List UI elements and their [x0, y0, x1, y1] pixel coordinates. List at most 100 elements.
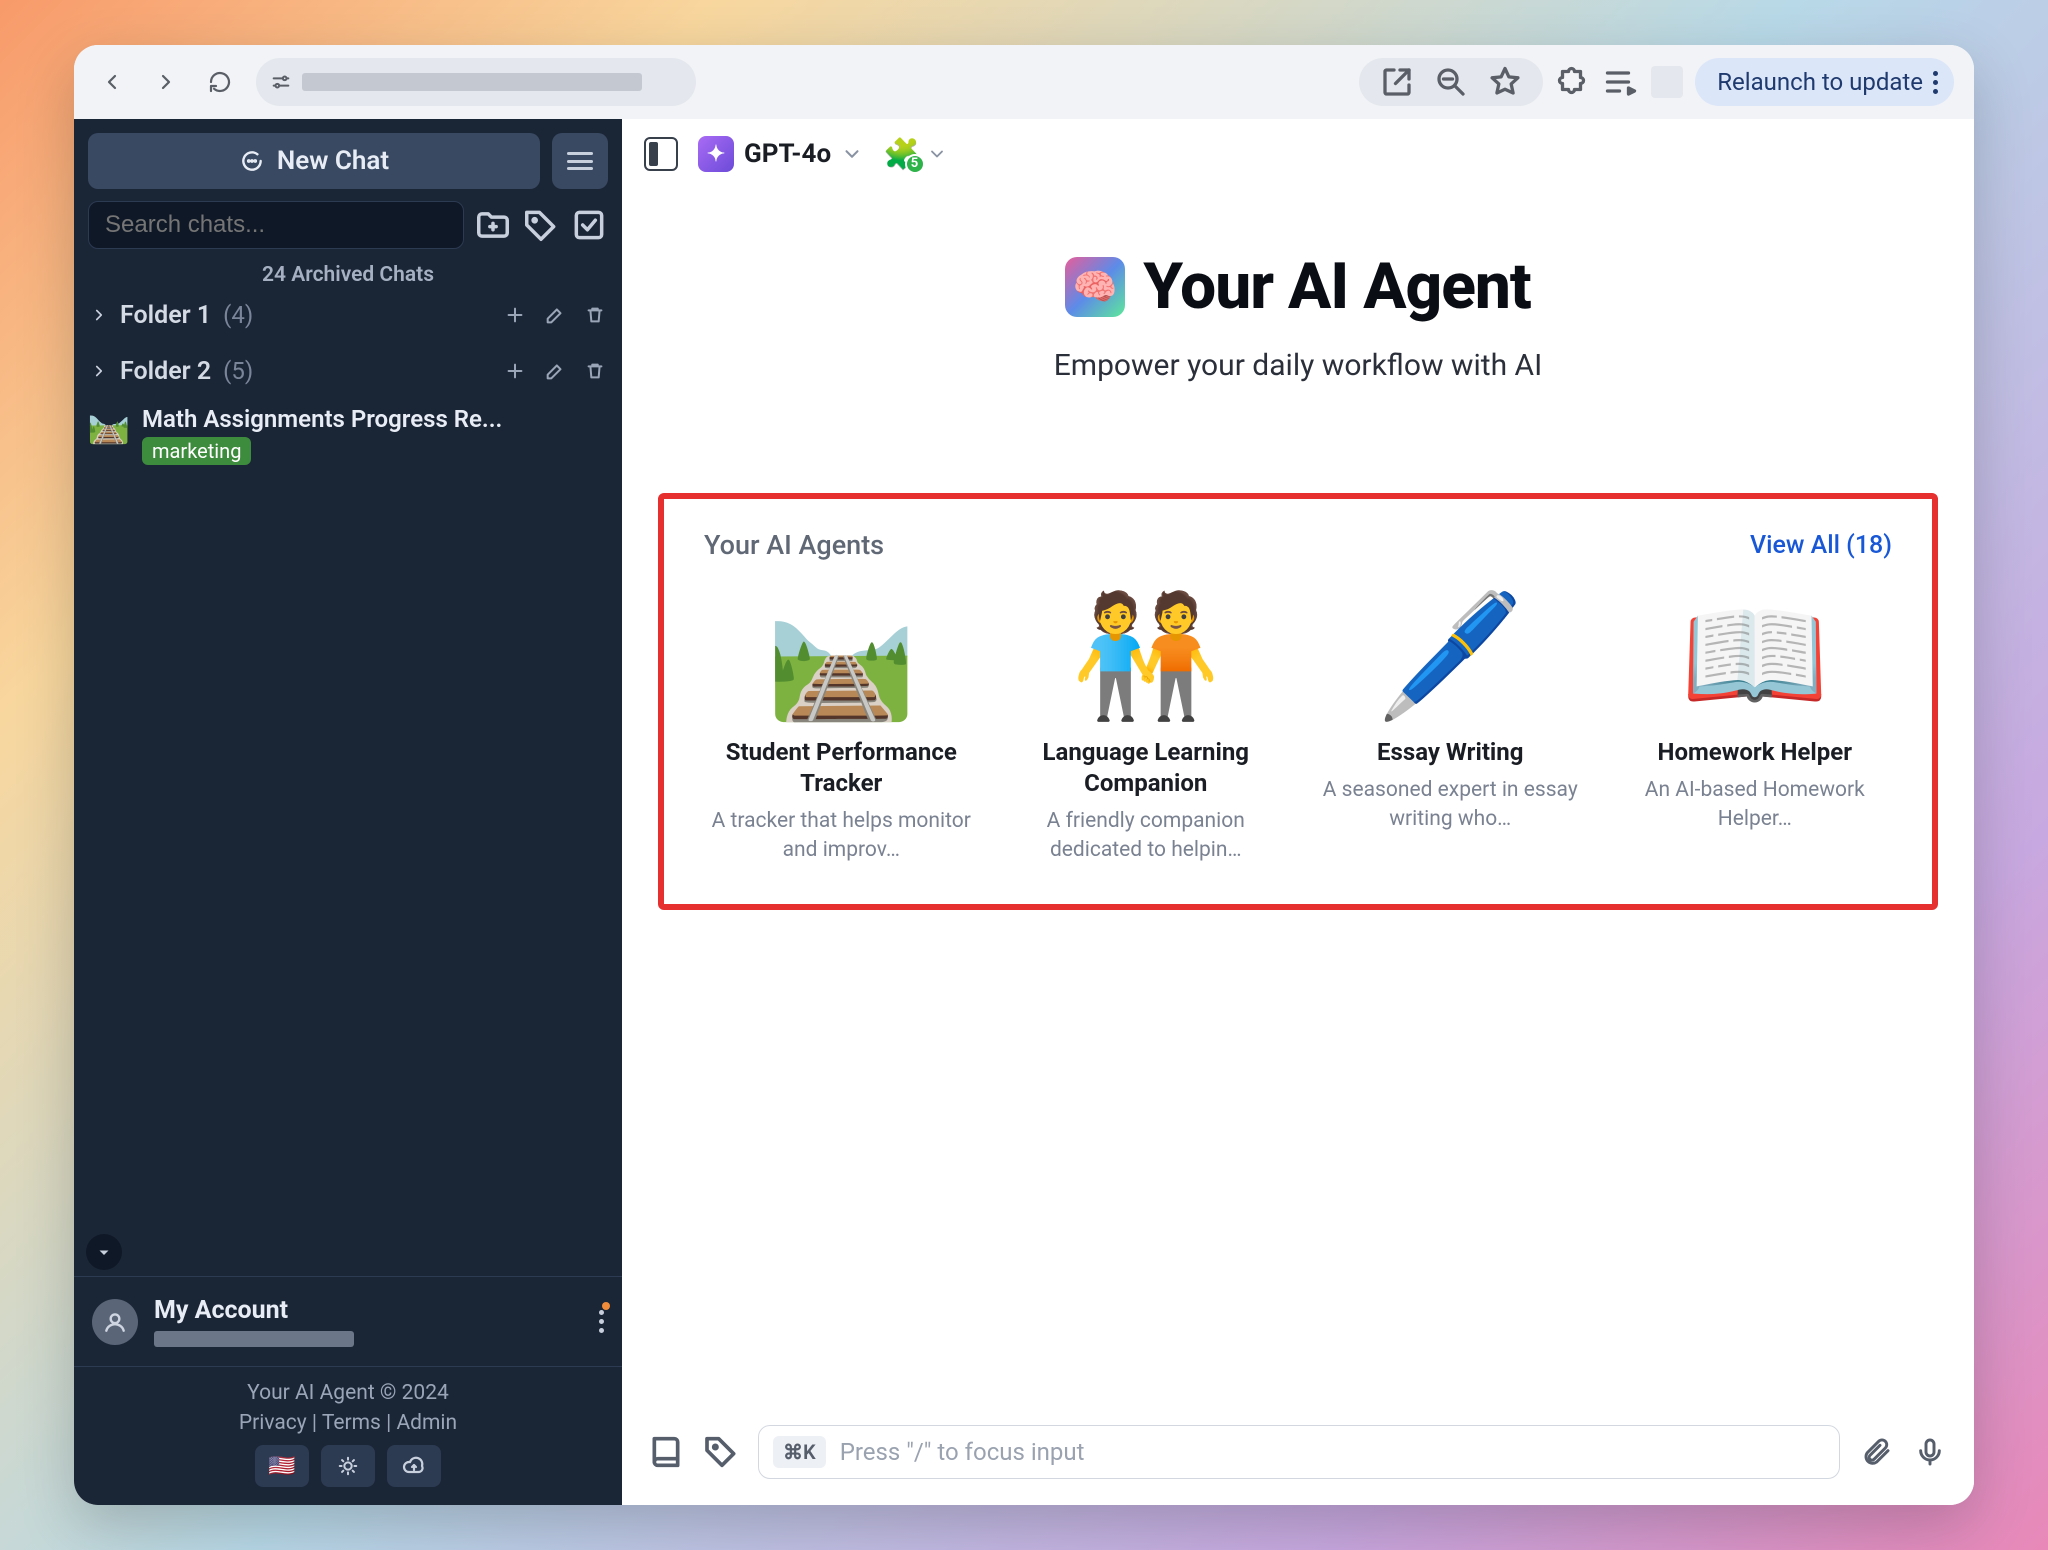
agents-section-title: Your AI Agents — [704, 529, 884, 561]
agents-panel: Your AI Agents View All (18) 🛤️ Student … — [658, 493, 1938, 910]
reload-button[interactable] — [202, 64, 238, 100]
external-link-icon — [1379, 64, 1415, 100]
prompt-library-button[interactable] — [702, 1432, 742, 1472]
kbd-shortcut: ⌘K — [773, 1436, 826, 1468]
tune-icon — [270, 71, 292, 93]
cloud-upload-icon — [402, 1454, 426, 1478]
chat-tag: marketing — [142, 437, 251, 465]
open-external-button[interactable] — [1379, 64, 1415, 100]
agent-name: Student Performance Tracker — [704, 737, 979, 799]
account-more-button[interactable] — [599, 1306, 604, 1337]
language-button[interactable]: 🇺🇸 — [255, 1445, 309, 1487]
agent-desc: A seasoned expert in essay writing who… — [1313, 776, 1588, 833]
profile-square[interactable] — [1651, 66, 1683, 98]
new-chat-button[interactable]: New Chat — [88, 133, 540, 189]
tag-button[interactable] — [522, 206, 560, 244]
edit-icon[interactable] — [544, 304, 566, 326]
sidebar-menu-button[interactable] — [552, 133, 608, 189]
forward-button[interactable] — [148, 64, 184, 100]
playlist-button[interactable] — [1603, 64, 1639, 100]
account-row[interactable]: My Account — [74, 1276, 622, 1366]
panel-toggle-button[interactable] — [644, 137, 678, 171]
agent-emoji-icon: 🖊️ — [1313, 585, 1588, 729]
sidebar-footer: Your AI Agent © 2024 Privacy | Terms | A… — [74, 1366, 622, 1505]
app-window: Relaunch to update New Chat — [74, 45, 1974, 1505]
main-panel: ✦ GPT-4o 🧩5 🧠 Your AI Agent Empower your… — [622, 119, 1974, 1505]
browser-toolbar: Relaunch to update — [74, 45, 1974, 119]
app-logo-icon: 🧠 — [1065, 257, 1125, 317]
mic-button[interactable] — [1910, 1432, 1950, 1472]
composer-input[interactable]: ⌘K Press "/" to focus input — [758, 1425, 1840, 1479]
cloud-button[interactable] — [387, 1445, 441, 1487]
address-bar[interactable] — [256, 58, 696, 106]
chevron-down-icon — [95, 1243, 113, 1261]
privacy-link[interactable]: Privacy — [239, 1411, 307, 1435]
agent-card[interactable]: 🖊️ Essay Writing A seasoned expert in es… — [1313, 585, 1588, 864]
folder-row-2[interactable]: Folder 2 (5) — [74, 343, 622, 399]
agent-emoji-icon: 🛤️ — [704, 585, 979, 729]
plugin-selector[interactable]: 🧩5 — [883, 137, 946, 172]
bookmark-button[interactable] — [1487, 64, 1523, 100]
terms-link[interactable]: Terms — [322, 1411, 381, 1435]
sun-icon — [337, 1455, 359, 1477]
zoom-icon — [1433, 64, 1469, 100]
trash-icon[interactable] — [584, 360, 606, 382]
address-actions — [1359, 58, 1543, 106]
avatar — [92, 1299, 138, 1345]
edit-icon[interactable] — [544, 360, 566, 382]
plugin-badge: 5 — [905, 154, 925, 174]
archived-chats-link[interactable]: 24 Archived Chats — [74, 263, 622, 287]
arrow-right-icon — [154, 70, 178, 94]
back-button[interactable] — [94, 64, 130, 100]
pen-tag-icon — [702, 1432, 742, 1472]
admin-link[interactable]: Admin — [396, 1411, 457, 1435]
plus-icon[interactable] — [504, 304, 526, 326]
address-blur — [302, 73, 642, 91]
new-folder-button[interactable] — [474, 206, 512, 244]
view-all-link[interactable]: View All (18) — [1750, 531, 1892, 560]
openai-logo-icon: ✦ — [698, 136, 734, 172]
more-vert-icon — [1933, 71, 1938, 94]
attach-button[interactable] — [1856, 1432, 1896, 1472]
extensions-button[interactable] — [1555, 64, 1591, 100]
hero-subtitle: Empower your daily workflow with AI — [1054, 348, 1543, 383]
relaunch-button[interactable]: Relaunch to update — [1695, 58, 1954, 106]
puzzle-piece-icon: 🧩5 — [883, 137, 920, 172]
folder-count: (4) — [223, 301, 253, 329]
folder-plus-icon — [474, 206, 512, 244]
folder-name: Folder 2 — [120, 357, 211, 386]
new-chat-label: New Chat — [277, 146, 389, 176]
chevron-down-icon — [841, 143, 863, 165]
footer-copyright: Your AI Agent © 2024 — [74, 1381, 622, 1405]
sidebar: New Chat — [74, 119, 622, 1505]
agent-name: Essay Writing — [1313, 737, 1588, 768]
theme-button[interactable] — [321, 1445, 375, 1487]
agent-desc: A friendly companion dedicated to helpin… — [1009, 807, 1284, 864]
chat-title: Math Assignments Progress Re... — [142, 405, 582, 433]
agent-name: Language Learning Companion — [1009, 737, 1284, 799]
plus-icon[interactable] — [504, 360, 526, 382]
model-selector[interactable]: ✦ GPT-4o — [698, 136, 863, 172]
chevron-right-icon — [90, 306, 108, 324]
search-input[interactable] — [88, 201, 464, 249]
agent-emoji-icon: 🧑‍🤝‍🧑 — [1009, 585, 1284, 729]
zoom-button[interactable] — [1433, 64, 1469, 100]
chat-item[interactable]: 🛤️ Math Assignments Progress Re... marke… — [74, 399, 622, 471]
trash-icon[interactable] — [584, 304, 606, 326]
chat-bubble-icon — [239, 148, 265, 174]
mic-icon — [1914, 1436, 1946, 1468]
agent-card[interactable]: 🛤️ Student Performance Tracker A tracker… — [704, 585, 979, 864]
agent-card[interactable]: 📖 Homework Helper An AI-based Homework H… — [1618, 585, 1893, 864]
select-button[interactable] — [570, 206, 608, 244]
composer-placeholder: Press "/" to focus input — [840, 1438, 1085, 1466]
checkbox-icon — [570, 206, 608, 244]
chevron-right-icon — [90, 362, 108, 380]
folder-name: Folder 1 — [120, 301, 211, 330]
folder-row-1[interactable]: Folder 1 (4) — [74, 287, 622, 343]
paperclip-icon — [1860, 1436, 1892, 1468]
scroll-indicator[interactable] — [86, 1234, 122, 1270]
library-button[interactable] — [646, 1432, 686, 1472]
user-icon — [102, 1309, 128, 1335]
agent-desc: An AI-based Homework Helper… — [1618, 776, 1893, 833]
agent-card[interactable]: 🧑‍🤝‍🧑 Language Learning Companion A frie… — [1009, 585, 1284, 864]
